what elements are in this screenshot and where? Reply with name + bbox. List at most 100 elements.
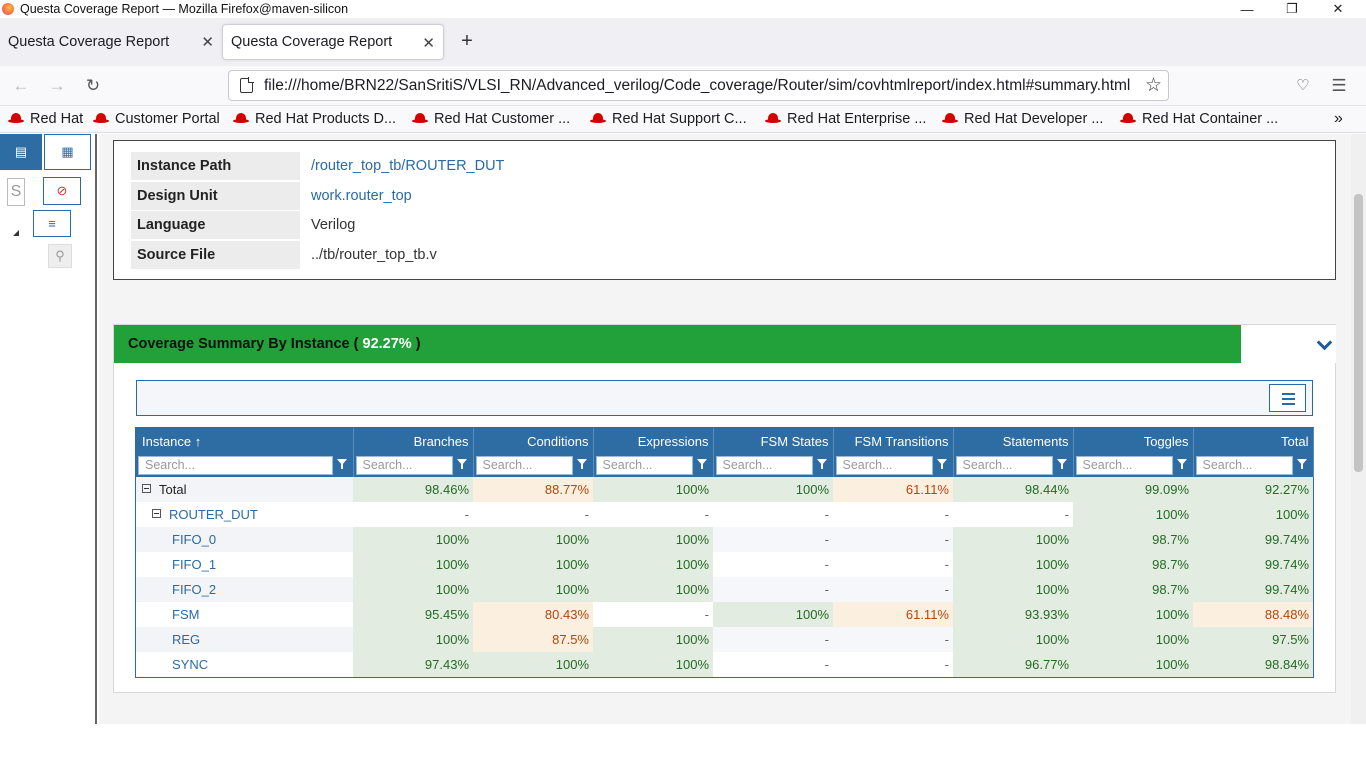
- hierarchy-view-icon[interactable]: ▤: [0, 134, 42, 170]
- conditions-cell: 80.43%: [473, 602, 593, 627]
- instance-link[interactable]: FIFO_2: [172, 582, 216, 597]
- back-arrow-icon[interactable]: ←: [8, 74, 34, 98]
- vertical-scrollbar[interactable]: [1351, 134, 1366, 724]
- search-input[interactable]: Search...: [355, 456, 453, 475]
- search-input[interactable]: Search...: [1195, 456, 1293, 475]
- filter-icon[interactable]: [576, 459, 588, 470]
- search-input[interactable]: Search...: [138, 456, 333, 475]
- column-header-total[interactable]: Total: [1193, 428, 1314, 454]
- table-toolbar: [136, 380, 1313, 416]
- bookmark-item[interactable]: Customer Portal: [93, 109, 220, 129]
- collapse-chevron-icon[interactable]: [1241, 325, 1336, 363]
- url-text[interactable]: file:///home/BRN22/SanSritiS/VLSI_RN/Adv…: [264, 77, 1140, 95]
- filter-icon[interactable]: [1296, 459, 1308, 470]
- scrollbar-thumb[interactable]: [1354, 194, 1363, 472]
- column-header-branches[interactable]: Branches: [353, 428, 474, 454]
- search-icon[interactable]: ⚲: [48, 244, 72, 268]
- statements-cell: -: [1064, 507, 1069, 522]
- filter-icon[interactable]: [336, 459, 348, 470]
- instance-link[interactable]: FIFO_1: [172, 557, 216, 572]
- bookmark-label: Red Hat Support C...: [612, 111, 747, 127]
- tree-expand-icon[interactable]: ≡: [33, 210, 71, 237]
- column-header-fsm-states[interactable]: FSM States: [713, 428, 834, 454]
- filter-icon[interactable]: [816, 459, 828, 470]
- redhat-icon: [93, 113, 109, 125]
- minimize-icon[interactable]: —: [1224, 0, 1270, 18]
- instance-path-link[interactable]: /router_top_tb/ROUTER_DUT: [311, 152, 504, 180]
- close-window-icon[interactable]: ✕: [1315, 0, 1361, 18]
- filter-icon[interactable]: [1056, 459, 1068, 470]
- filter-icon[interactable]: [936, 459, 948, 470]
- reload-icon[interactable]: ↻: [80, 74, 106, 98]
- navigation-bar: ← → ↻ file:///home/BRN22/SanSritiS/VLSI_…: [0, 66, 1366, 106]
- bookmarks-overflow-icon[interactable]: »: [1334, 109, 1343, 129]
- column-header-statements[interactable]: Statements: [953, 428, 1074, 454]
- new-tab-button[interactable]: +: [455, 29, 479, 53]
- close-tab-icon[interactable]: ✕: [422, 34, 435, 52]
- filter-icon[interactable]: [696, 459, 708, 470]
- fsm-states-cell: 100%: [713, 477, 833, 502]
- collapse-icon[interactable]: [152, 509, 161, 519]
- column-header-conditions[interactable]: Conditions: [473, 428, 594, 454]
- total-cell: 99.74%: [1193, 577, 1313, 602]
- info-row-source-file: Source File ../tb/router_top_tb.v: [131, 241, 1321, 269]
- tab-questa-report-2[interactable]: Questa Coverage Report ✕: [222, 24, 444, 60]
- filter-icon[interactable]: [456, 459, 468, 470]
- instance-link[interactable]: ROUTER_DUT: [169, 507, 258, 522]
- search-field[interactable]: S: [7, 178, 25, 206]
- total-cell: 99.74%: [1193, 552, 1313, 577]
- search-input[interactable]: Search...: [475, 456, 573, 475]
- column-header-instance[interactable]: Instance ↑: [136, 428, 354, 454]
- collapse-arrow-icon[interactable]: [13, 230, 19, 236]
- instance-link[interactable]: SYNC: [172, 657, 208, 672]
- bookmark-item[interactable]: Red Hat: [8, 109, 83, 129]
- conditions-cell: 88.77%: [473, 477, 593, 502]
- tab-questa-report-1[interactable]: Questa Coverage Report ✕: [0, 24, 222, 60]
- filter-icon[interactable]: [1176, 459, 1188, 470]
- collapse-icon[interactable]: [142, 484, 151, 494]
- page-icon: [240, 77, 254, 93]
- fsm-states-cell: -: [824, 557, 829, 572]
- window-titlebar: Questa Coverage Report — Mozilla Firefox…: [0, 0, 1366, 18]
- pocket-icon[interactable]: ♡: [1290, 74, 1316, 98]
- column-header-expressions[interactable]: Expressions: [593, 428, 714, 454]
- design-unit-link[interactable]: work.router_top: [311, 182, 412, 210]
- close-tab-icon[interactable]: ✕: [201, 33, 214, 51]
- url-bar[interactable]: file:///home/BRN22/SanSritiS/VLSI_RN/Adv…: [228, 70, 1169, 101]
- instance-link[interactable]: REG: [172, 632, 200, 647]
- instance-cell: ROUTER_DUT: [136, 502, 353, 527]
- bookmark-item[interactable]: Red Hat Support C...: [590, 109, 747, 129]
- fsm-states-cell: -: [713, 527, 833, 552]
- search-input[interactable]: Search...: [955, 456, 1053, 475]
- total-cell: 98.84%: [1193, 652, 1313, 677]
- app-menu-icon[interactable]: ☰: [1326, 74, 1352, 98]
- bookmark-item[interactable]: Red Hat Enterprise ...: [765, 109, 926, 129]
- search-input[interactable]: Search...: [835, 456, 933, 475]
- search-input[interactable]: Search...: [715, 456, 813, 475]
- column-header-fsm-transitions[interactable]: FSM Transitions: [833, 428, 954, 454]
- grid-view-icon[interactable]: ▦: [44, 134, 91, 170]
- instance-link[interactable]: FSM: [172, 607, 199, 622]
- toggle-filter-icon[interactable]: ⊘: [43, 177, 81, 205]
- column-header-toggles[interactable]: Toggles: [1073, 428, 1194, 454]
- instance-cell: FIFO_2: [136, 577, 353, 602]
- forward-arrow-icon[interactable]: →: [44, 74, 70, 98]
- instance-link[interactable]: FIFO_0: [172, 532, 216, 547]
- bookmark-item[interactable]: Red Hat Developer ...: [942, 109, 1103, 129]
- bookmark-item[interactable]: Red Hat Products D...: [233, 109, 396, 129]
- restore-icon[interactable]: ❐: [1269, 0, 1315, 18]
- branches-cell: 95.45%: [353, 602, 473, 627]
- conditions-cell: 100%: [473, 527, 593, 552]
- redhat-icon: [942, 113, 958, 125]
- bookmark-item[interactable]: Red Hat Customer ...: [412, 109, 570, 129]
- conditions-cell: 100%: [473, 652, 593, 677]
- statements-cell: 100%: [953, 527, 1073, 552]
- column-menu-button[interactable]: [1269, 384, 1306, 412]
- bookmark-star-icon[interactable]: ☆: [1145, 74, 1162, 97]
- instance-cell: REG: [136, 627, 353, 652]
- expressions-cell: -: [704, 507, 709, 522]
- search-input[interactable]: Search...: [595, 456, 693, 475]
- search-input[interactable]: Search...: [1075, 456, 1173, 475]
- expressions-cell: -: [704, 607, 709, 622]
- bookmark-item[interactable]: Red Hat Container ...: [1120, 109, 1278, 129]
